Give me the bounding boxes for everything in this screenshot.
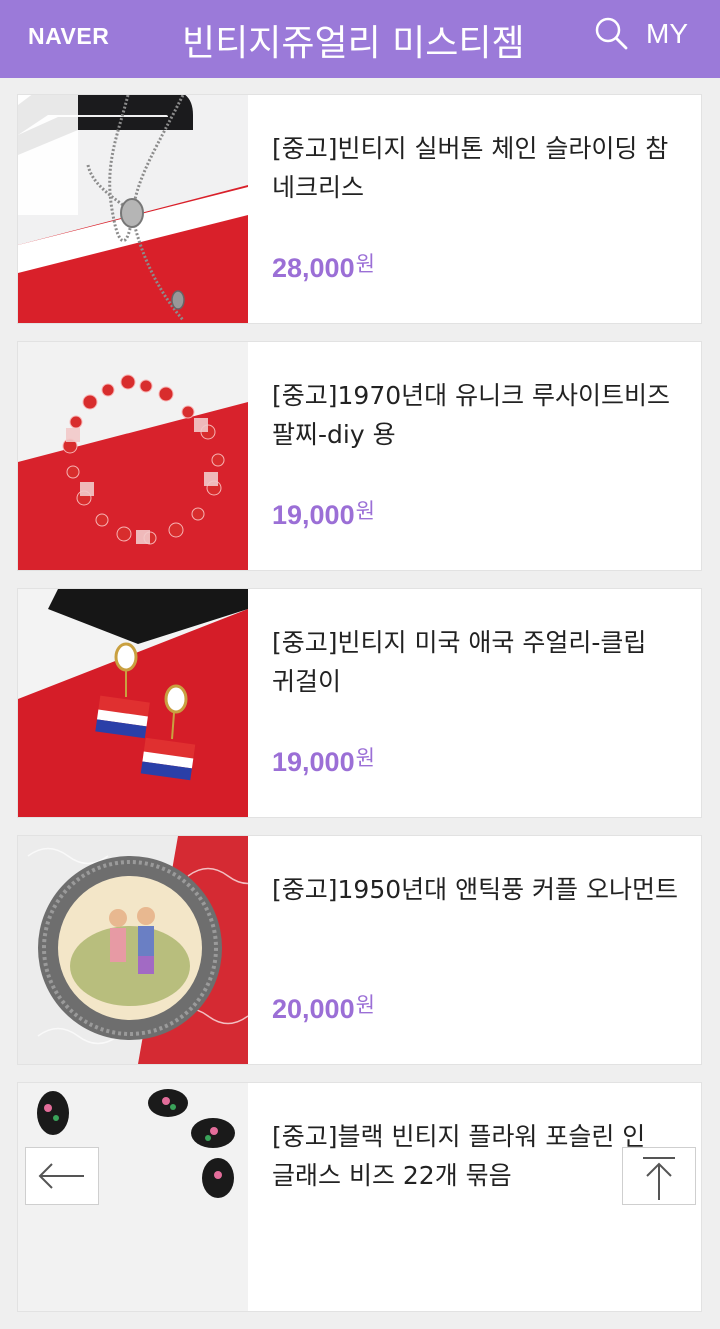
price-currency: 원: [355, 500, 375, 523]
product-image-earrings[interactable]: [18, 589, 248, 817]
product-title[interactable]: [중고]블랙 빈티지 플라워 포슬린 인 글래스 비즈 22개 묶음: [272, 1117, 682, 1195]
product-price: 28,000원: [272, 253, 375, 284]
scroll-top-button[interactable]: [622, 1147, 696, 1205]
arrow-up-icon: [643, 1157, 675, 1200]
product-image-necklace[interactable]: [18, 95, 248, 323]
naver-logo[interactable]: NAVER: [28, 23, 109, 50]
product-image-bracelet[interactable]: [18, 342, 248, 570]
price-value: 19,000: [272, 500, 355, 530]
product-price: 19,000원: [272, 747, 375, 778]
price-value: 28,000: [272, 253, 355, 283]
product-item[interactable]: [중고]빈티지 미국 애국 주얼리-클립 귀걸이 19,000원: [17, 588, 702, 818]
price-value: 19,000: [272, 747, 355, 777]
arrow-left-icon: [38, 1163, 84, 1189]
price-value: 20,000: [272, 994, 355, 1024]
product-list: [중고]빈티지 실버톤 체인 슬라이딩 참 네크리스 28,000원 [중고]1…: [17, 94, 702, 1329]
product-item[interactable]: [중고]블랙 빈티지 플라워 포슬린 인 글래스 비즈 22개 묶음: [17, 1082, 702, 1312]
product-title[interactable]: [중고]1950년대 앤틱풍 커플 오나먼트: [272, 870, 682, 909]
price-currency: 원: [355, 994, 375, 1017]
product-price: 19,000원: [272, 500, 375, 531]
product-title[interactable]: [중고]1970년대 유니크 루사이트비즈 팔찌-diy 용: [272, 376, 682, 454]
search-button[interactable]: [592, 14, 632, 54]
product-price: 20,000원: [272, 994, 375, 1025]
price-currency: 원: [355, 747, 375, 770]
product-item[interactable]: [중고]빈티지 실버톤 체인 슬라이딩 참 네크리스 28,000원: [17, 94, 702, 324]
product-item[interactable]: [중고]1970년대 유니크 루사이트비즈 팔찌-diy 용 19,000원: [17, 341, 702, 571]
top-bar: NAVER 빈티지쥬얼리 미스티젬 MY: [0, 0, 720, 78]
price-currency: 원: [355, 253, 375, 276]
product-image-ornament[interactable]: [18, 836, 248, 1064]
product-title[interactable]: [중고]빈티지 실버톤 체인 슬라이딩 참 네크리스: [272, 129, 682, 207]
product-item[interactable]: [중고]1950년대 앤틱풍 커플 오나먼트 20,000원: [17, 835, 702, 1065]
shop-title[interactable]: 빈티지쥬얼리 미스티젬: [182, 14, 525, 66]
search-icon: [595, 17, 628, 50]
back-button[interactable]: [25, 1147, 99, 1205]
product-title[interactable]: [중고]빈티지 미국 애국 주얼리-클립 귀걸이: [272, 623, 682, 701]
my-button[interactable]: MY: [646, 18, 688, 50]
